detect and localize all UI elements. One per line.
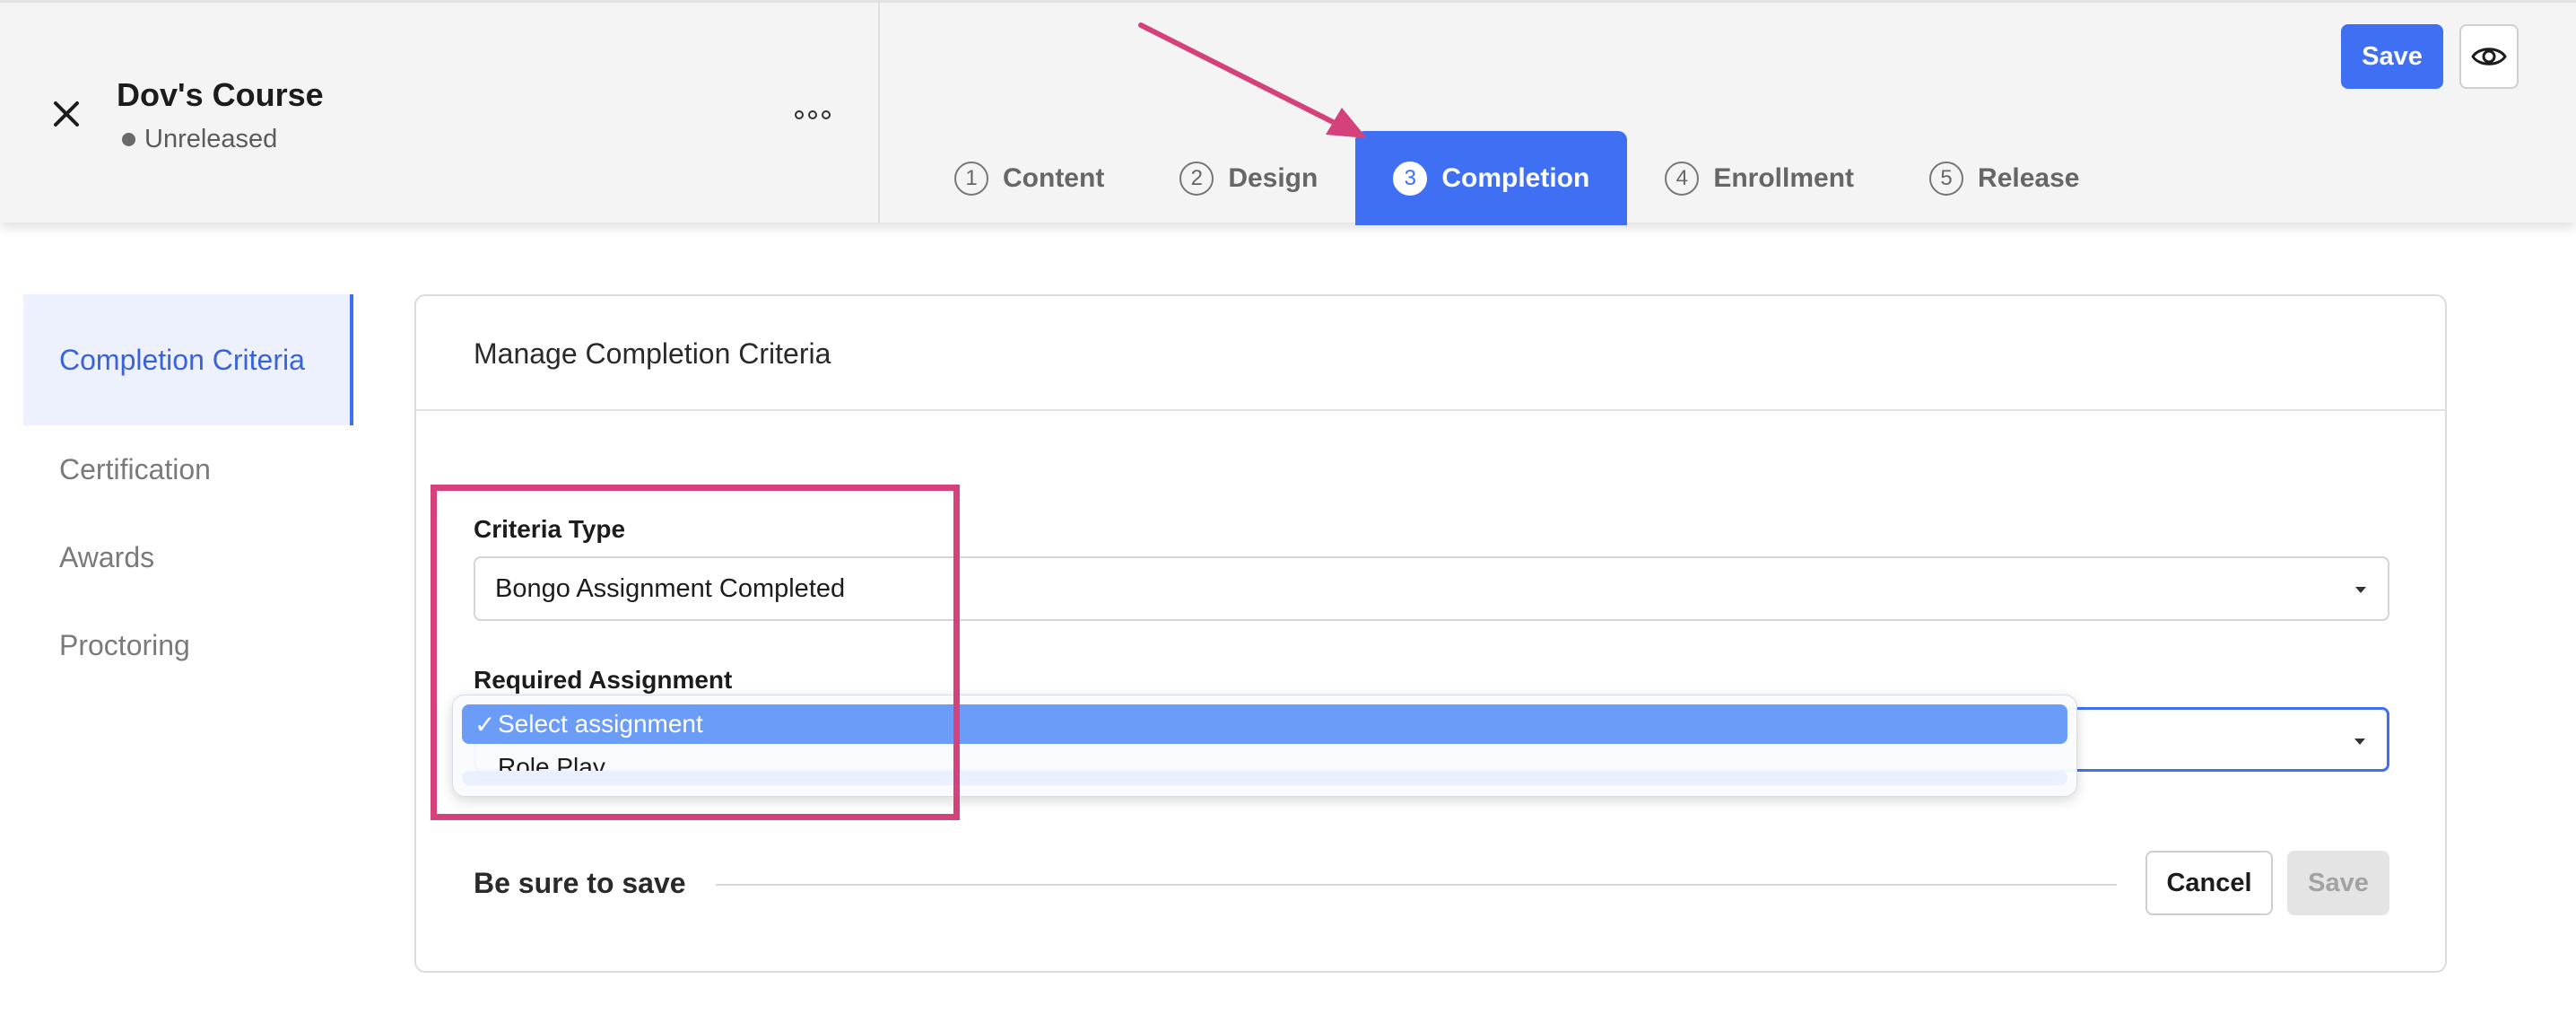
save-section-title: Be sure to save bbox=[474, 867, 686, 899]
course-status-text: Unreleased bbox=[144, 125, 278, 153]
tab-design[interactable]: 2 Design bbox=[1142, 131, 1355, 225]
chevron-down-icon bbox=[2355, 587, 2366, 593]
criteria-type-select[interactable]: Bongo Assignment Completed bbox=[474, 556, 2389, 621]
save-button[interactable]: Save bbox=[2287, 851, 2389, 915]
checkmark-icon: ✓ bbox=[474, 710, 496, 739]
sidebar-item-awards[interactable]: Awards bbox=[23, 513, 353, 601]
tab-label: Release bbox=[1978, 162, 2080, 193]
header-save-button[interactable]: Save bbox=[2341, 24, 2443, 89]
tab-release[interactable]: 5 Release bbox=[1892, 131, 2117, 225]
step-number-icon: 4 bbox=[1665, 161, 1700, 196]
step-number-icon: 3 bbox=[1393, 161, 1428, 196]
chevron-down-icon bbox=[2354, 739, 2365, 745]
tab-label: Enrollment bbox=[1713, 162, 1855, 193]
cancel-button[interactable]: Cancel bbox=[2145, 851, 2273, 915]
completion-criteria-card: Manage Completion Criteria Criteria Type… bbox=[414, 294, 2447, 973]
criteria-type-label: Criteria Type bbox=[474, 515, 626, 543]
required-assignment-label: Required Assignment bbox=[474, 666, 733, 694]
criteria-type-value: Bongo Assignment Completed bbox=[495, 573, 846, 603]
step-number-icon: 1 bbox=[954, 161, 988, 196]
step-tabs: 1 Content 2 Design 3 Completion 4 Enroll… bbox=[917, 131, 2117, 225]
tab-content[interactable]: 1 Content bbox=[917, 131, 1142, 225]
more-options-icon[interactable] bbox=[795, 101, 831, 128]
card-title: Manage Completion Criteria bbox=[474, 337, 831, 370]
dropdown-option-select-assignment[interactable]: ✓ Select assignment bbox=[462, 704, 2067, 744]
sidebar: Completion Criteria Certification Awards… bbox=[23, 294, 353, 689]
preview-eye-icon[interactable] bbox=[2459, 24, 2519, 89]
step-number-icon: 5 bbox=[1929, 161, 1964, 196]
close-icon[interactable] bbox=[47, 94, 86, 134]
sidebar-item-completion-criteria[interactable]: Completion Criteria bbox=[23, 294, 353, 425]
step-number-icon: 2 bbox=[1179, 161, 1214, 196]
tab-label: Design bbox=[1228, 162, 1318, 193]
course-status: Unreleased bbox=[122, 125, 277, 154]
top-header: Dov's Course Unreleased 1 Content 2 Desi… bbox=[0, 0, 2576, 225]
assignment-dropdown-menu: ✓ Select assignment Role Play bbox=[452, 695, 2077, 797]
sidebar-item-certification[interactable]: Certification bbox=[23, 425, 353, 513]
save-section-divider bbox=[716, 884, 2117, 886]
dropdown-option-label: Select assignment bbox=[498, 710, 703, 738]
course-info-panel: Dov's Course Unreleased bbox=[0, 3, 880, 223]
dropdown-scroll-strip bbox=[462, 771, 2067, 785]
tab-label: Completion bbox=[1441, 162, 1590, 193]
tab-label: Content bbox=[1003, 162, 1105, 193]
status-dot-icon bbox=[122, 133, 135, 146]
sidebar-item-proctoring[interactable]: Proctoring bbox=[23, 601, 353, 689]
tab-completion[interactable]: 3 Completion bbox=[1355, 131, 1628, 225]
card-divider bbox=[416, 409, 2445, 411]
course-title: Dov's Course bbox=[117, 76, 324, 113]
tab-enrollment[interactable]: 4 Enrollment bbox=[1627, 131, 1892, 225]
